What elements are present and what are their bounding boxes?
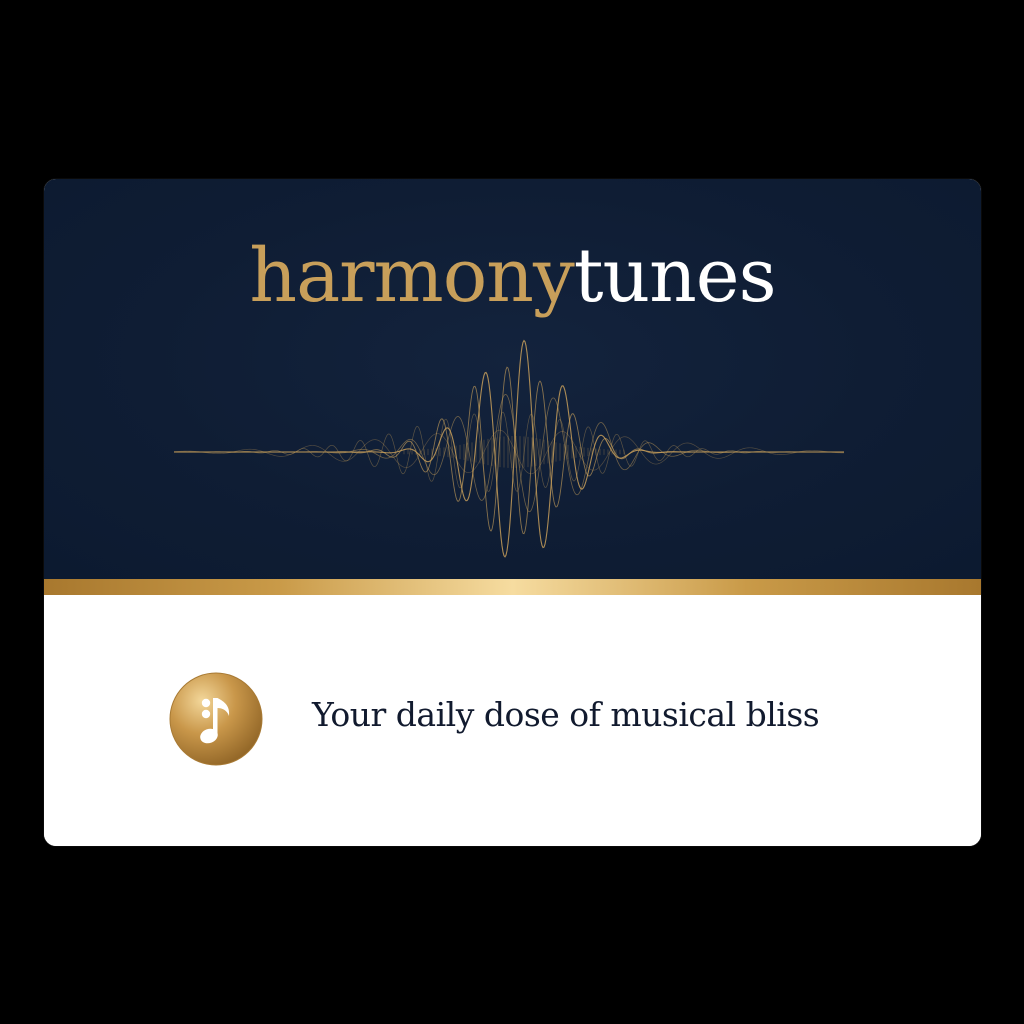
brand-name-part2: tunes: [573, 233, 777, 319]
brand-card: harmonytunes Your daily dose of musical …: [44, 179, 981, 846]
brand-wordmark: harmonytunes: [44, 239, 981, 313]
music-note-icon: [169, 672, 263, 766]
tagline: Your daily dose of musical bliss: [312, 695, 820, 734]
card-footer: Your daily dose of musical bliss: [44, 595, 981, 846]
gold-divider: [44, 579, 981, 595]
waveform-icon: [173, 339, 844, 558]
page: harmonytunes Your daily dose of musical …: [0, 0, 1024, 1024]
brand-name-part1: harmony: [249, 233, 574, 319]
card-header: harmonytunes: [44, 179, 981, 579]
